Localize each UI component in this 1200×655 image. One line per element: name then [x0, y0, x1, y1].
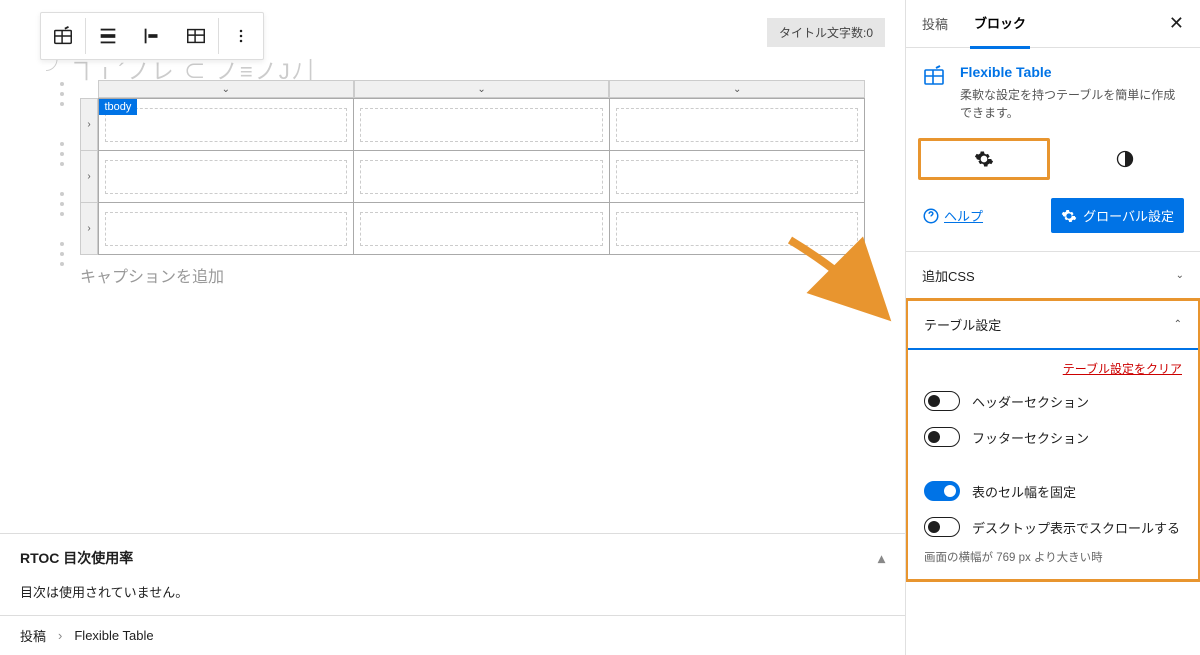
clear-table-settings-link[interactable]: テーブル設定をクリア: [924, 350, 1182, 383]
row-handle[interactable]: ›: [80, 98, 98, 151]
flexible-table[interactable]: tbody: [98, 98, 865, 255]
col-handle[interactable]: ⌄: [354, 80, 610, 98]
chevron-down-icon: ⌄: [1176, 270, 1184, 281]
block-type-button[interactable]: [41, 13, 85, 59]
collapse-icon[interactable]: ▴: [878, 550, 885, 567]
caption-placeholder[interactable]: キャプションを追加: [40, 255, 865, 287]
toggle-fixed-width[interactable]: [924, 481, 960, 501]
more-options-button[interactable]: [219, 13, 263, 59]
global-settings-button[interactable]: グローバル設定: [1051, 198, 1184, 233]
table-edit-button[interactable]: [174, 13, 218, 59]
tab-post[interactable]: 投稿: [918, 0, 952, 47]
block-toolbar: [40, 12, 264, 60]
align-button[interactable]: [86, 13, 130, 59]
breadcrumb: 投稿 › Flexible Table: [0, 615, 905, 655]
align-left-button[interactable]: [130, 13, 174, 59]
panel-additional-css[interactable]: 追加CSS ⌄: [906, 252, 1200, 299]
rtoc-title: RTOC 目次使用率: [20, 548, 133, 568]
chevron-right-icon: ›: [87, 171, 90, 182]
close-sidebar-button[interactable]: ✕: [1165, 9, 1188, 38]
contrast-icon: [1115, 149, 1135, 169]
breadcrumb-root[interactable]: 投稿: [20, 626, 46, 645]
styles-tab[interactable]: [1062, 138, 1188, 180]
gear-icon: [974, 149, 994, 169]
gear-icon: [1061, 208, 1077, 224]
block-title: Flexible Table: [960, 64, 1184, 80]
chevron-right-icon: ›: [58, 628, 62, 643]
toggle-label: デスクトップ表示でスクロールする: [972, 518, 1180, 537]
width-hint: 画面の横幅が 769 px より大きい時: [924, 545, 1182, 565]
toggle-label: 表のセル幅を固定: [972, 482, 1076, 501]
chevron-down-icon: ⌄: [733, 84, 741, 95]
row-handle[interactable]: ›: [80, 150, 98, 203]
settings-tab[interactable]: [918, 138, 1050, 180]
row-handle[interactable]: ›: [80, 202, 98, 255]
toggle-label: ヘッダーセクション: [972, 392, 1089, 411]
chevron-right-icon: ›: [87, 119, 90, 130]
panel-table-settings[interactable]: テーブル設定 ⌃: [908, 301, 1198, 350]
tab-block[interactable]: ブロック: [970, 0, 1030, 49]
col-handle[interactable]: ⌄: [98, 80, 354, 98]
help-link[interactable]: ヘルプ: [922, 206, 983, 225]
col-handle[interactable]: ⌄: [609, 80, 865, 98]
chevron-down-icon: ⌄: [477, 84, 485, 95]
chevron-down-icon: ⌄: [222, 84, 230, 95]
tbody-tag: tbody: [99, 99, 138, 115]
block-description: 柔軟な設定を持つテーブルを簡単に作成できます。: [960, 86, 1184, 122]
chevron-right-icon: ›: [87, 223, 90, 234]
chevron-up-icon: ⌃: [1174, 319, 1182, 330]
toggle-label: フッターセクション: [972, 428, 1089, 447]
flexible-table-icon: [922, 64, 946, 122]
rtoc-body: 目次は使用されていません。: [20, 582, 885, 601]
toggle-footer-section[interactable]: [924, 427, 960, 447]
toggle-header-section[interactable]: [924, 391, 960, 411]
breadcrumb-current[interactable]: Flexible Table: [74, 628, 153, 643]
toggle-desktop-scroll[interactable]: [924, 517, 960, 537]
rtoc-panel: RTOC 目次使用率 ▴ 目次は使用されていません。: [0, 533, 905, 615]
help-icon: [922, 207, 940, 225]
